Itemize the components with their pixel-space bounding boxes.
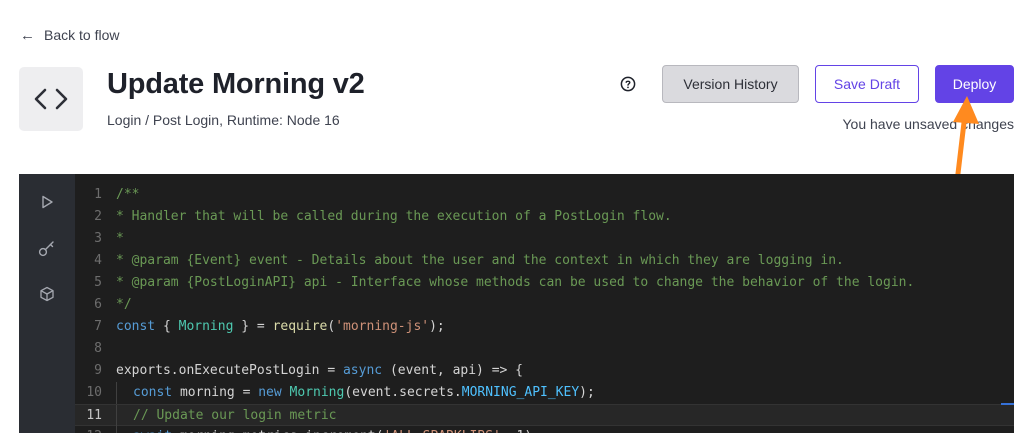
line-number: 1 xyxy=(94,187,102,202)
line-source: /** xyxy=(116,184,139,206)
line-number: 10 xyxy=(86,385,102,400)
code-token: , 1) xyxy=(501,429,532,433)
code-brackets-icon xyxy=(34,88,68,110)
code-token: exports.onExecutePostLogin = xyxy=(116,363,343,378)
code-token: * xyxy=(116,231,124,246)
code-token: } = xyxy=(233,319,273,334)
code-token: new xyxy=(258,385,282,400)
line-number: 7 xyxy=(94,319,102,334)
code-token: async xyxy=(342,363,383,378)
package-icon[interactable] xyxy=(37,284,57,304)
code-token: * @param {PostLoginAPI} api - Interface … xyxy=(116,275,915,290)
code-line[interactable]: 7 const { Morning } = require('morning-js… xyxy=(75,316,1014,338)
code-token: // Update our login metric xyxy=(133,408,337,423)
line-source: const morning = new Morning(event.secret… xyxy=(116,382,595,404)
line-number: 11 xyxy=(86,408,102,423)
line-source: * Handler that will be called during the… xyxy=(116,206,672,228)
code-token: Morning xyxy=(178,319,234,334)
help-icon[interactable] xyxy=(620,76,636,92)
code-line[interactable]: 11 // Update our login metric xyxy=(75,404,1014,427)
line-source: // Update our login metric xyxy=(116,405,337,427)
code-token: morning.metrics.increment( xyxy=(172,429,384,433)
version-history-button[interactable]: Version History xyxy=(662,65,799,103)
code-line[interactable]: 6 */ xyxy=(75,294,1014,316)
line-source: await morning.metrics.increment('ALL_SPA… xyxy=(116,426,532,433)
code-content[interactable]: 1 /** 2 * Handler that will be called durin… xyxy=(75,184,1014,433)
code-token: * @param {Event} event - Details about t… xyxy=(116,253,844,268)
line-number: 12 xyxy=(75,426,102,433)
code-line[interactable]: 12 await morning.metrics.increment('ALL_S… xyxy=(75,426,1014,433)
back-to-flow-link[interactable]: ← Back to flow xyxy=(20,27,119,43)
code-token: require xyxy=(272,319,328,334)
indent-guide xyxy=(116,382,133,404)
scrollbar-marker xyxy=(1001,403,1014,405)
code-line[interactable]: 8 xyxy=(75,338,1014,360)
code-line[interactable]: 1 /** xyxy=(75,184,1014,206)
code-token: morning = xyxy=(172,385,259,400)
line-number: 2 xyxy=(94,209,102,224)
code-token: * Handler that will be called during the… xyxy=(116,209,672,224)
code-line[interactable]: 10 const morning = new Morning(event.secr… xyxy=(75,382,1014,404)
code-token: /** xyxy=(116,187,140,202)
page-title: Update Morning v2 xyxy=(107,68,365,100)
indent-guide xyxy=(116,405,133,427)
line-number: 9 xyxy=(94,363,102,378)
line-number: 3 xyxy=(94,231,102,246)
arrow-left-icon: ← xyxy=(20,26,35,44)
line-number: 4 xyxy=(94,253,102,268)
editor-sidebar xyxy=(19,174,75,433)
code-token: (event, api) => { xyxy=(382,363,524,378)
line-number: 8 xyxy=(94,341,102,356)
line-source: exports.onExecutePostLogin = async (even… xyxy=(116,360,523,382)
code-token: */ xyxy=(116,297,132,312)
line-source: * @param {Event} event - Details about t… xyxy=(116,250,844,272)
code-token: ( xyxy=(327,319,336,334)
back-to-flow-label: Back to flow xyxy=(44,27,120,43)
code-token: { xyxy=(155,319,179,334)
code-token: 'ALL_SPARKLIBS' xyxy=(383,429,500,433)
code-action-icon xyxy=(19,67,83,131)
code-line[interactable]: 3 * xyxy=(75,228,1014,250)
indent-guide xyxy=(116,426,133,433)
code-token: const xyxy=(116,319,156,334)
code-token: await xyxy=(133,429,172,433)
line-source: * @param {PostLoginAPI} api - Interface … xyxy=(116,272,914,294)
code-token: ); xyxy=(429,319,445,334)
code-token: 'morning-js' xyxy=(335,319,430,334)
line-number: 5 xyxy=(94,275,102,290)
play-icon[interactable] xyxy=(37,192,57,212)
code-token: (event.secrets. xyxy=(344,385,462,400)
line-source: */ xyxy=(116,294,132,316)
key-icon[interactable] xyxy=(37,238,57,258)
code-token: MORNING_API_KEY xyxy=(461,385,580,400)
code-token: Morning xyxy=(289,385,345,400)
code-editor[interactable]: 1 /** 2 * Handler that will be called durin… xyxy=(19,174,1014,433)
line-source: const { Morning } = require('morning-js'… xyxy=(116,316,445,338)
line-number: 6 xyxy=(94,297,102,312)
page-subtitle: Login / Post Login, Runtime: Node 16 xyxy=(107,112,340,128)
code-token: const xyxy=(133,385,173,400)
code-token: ); xyxy=(579,385,595,400)
code-line[interactable]: 4 * @param {Event} event - Details about … xyxy=(75,250,1014,272)
code-line[interactable]: 5 * @param {PostLoginAPI} api - Interface… xyxy=(75,272,1014,294)
line-source: * xyxy=(116,228,124,250)
code-line[interactable]: 9 exports.onExecutePostLogin = async (eve… xyxy=(75,360,1014,382)
code-line[interactable]: 2 * Handler that will be called during th… xyxy=(75,206,1014,228)
save-draft-button[interactable]: Save Draft xyxy=(815,65,919,103)
